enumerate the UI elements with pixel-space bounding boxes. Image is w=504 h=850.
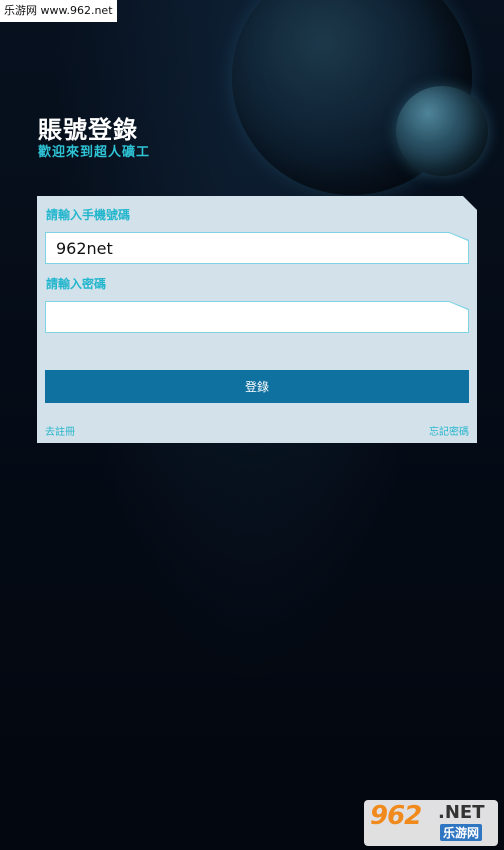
password-field-frame [45, 301, 469, 333]
watermark-bottom-logo: 962 .NET 乐游网 [364, 800, 498, 846]
login-card: 請輸入手機號碼 請輸入密碼 登錄 去註冊 忘記密碼 [37, 196, 477, 443]
login-button[interactable]: 登錄 [45, 370, 469, 403]
page-title: 賬號登錄 [38, 116, 138, 144]
phone-input[interactable] [46, 233, 468, 263]
watermark-logo-net: .NET [438, 802, 485, 823]
password-label: 請輸入密碼 [46, 277, 107, 291]
watermark-logo-number: 962 [370, 801, 422, 831]
watermark-logo-cn: 乐游网 [440, 824, 483, 841]
forgot-password-link[interactable]: 忘記密碼 [429, 423, 469, 438]
planet-small-image [396, 86, 488, 176]
phone-label: 請輸入手機號碼 [46, 208, 131, 222]
watermark-top: 乐游网 www.962.net [0, 0, 117, 22]
phone-field-frame [45, 232, 469, 264]
page-subtitle: 歡迎來到超人礦工 [38, 145, 151, 160]
password-input[interactable] [46, 302, 468, 332]
register-link[interactable]: 去註冊 [45, 423, 75, 438]
